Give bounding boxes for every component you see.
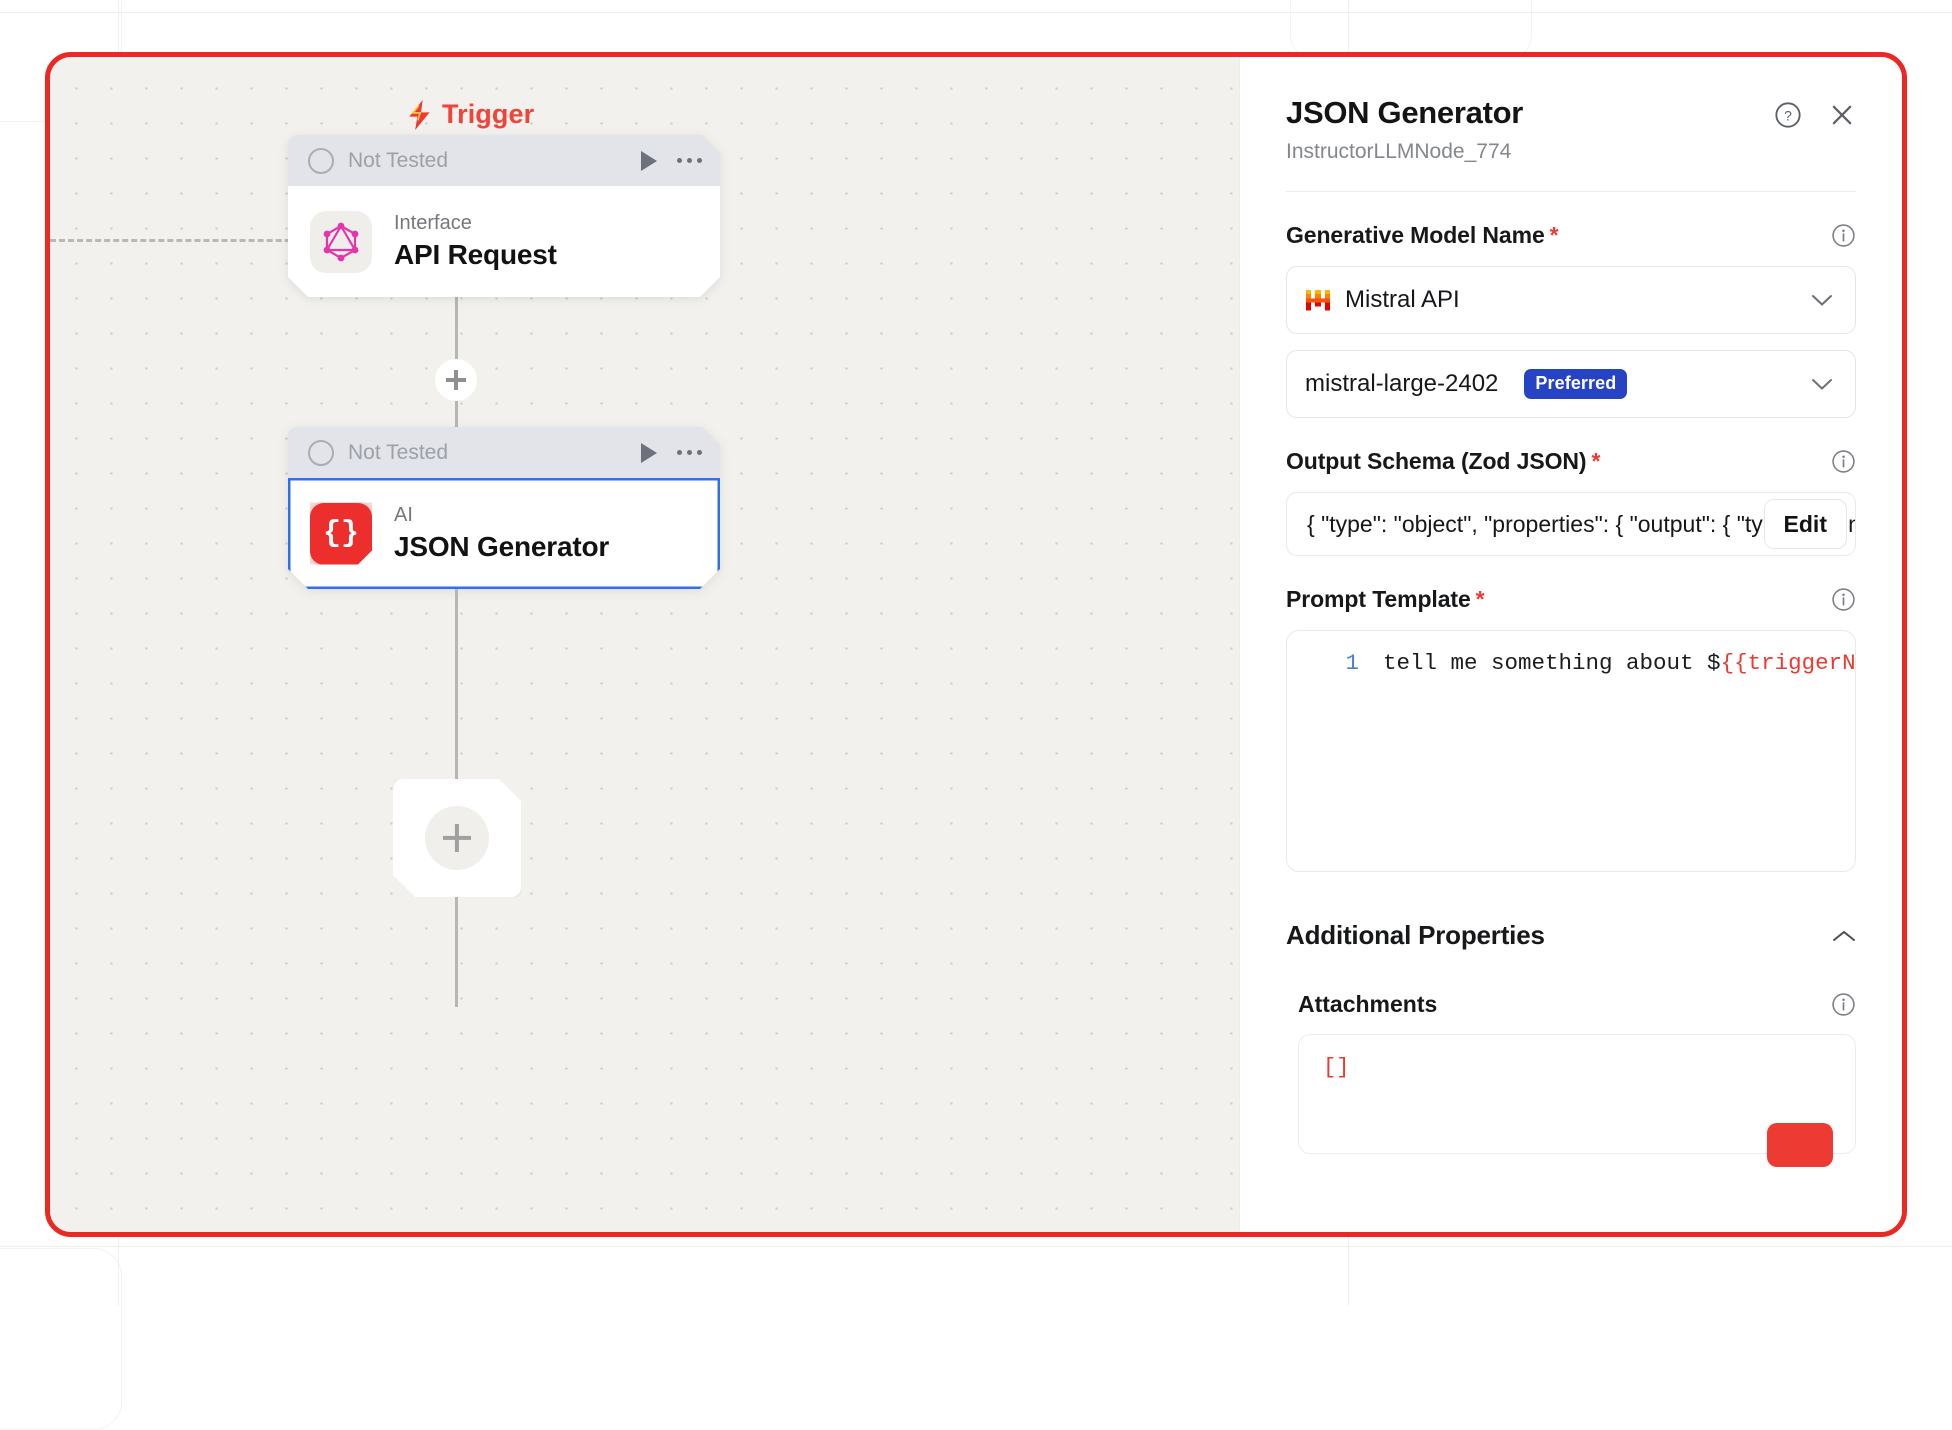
- svg-text:?: ?: [1784, 107, 1792, 123]
- node-status-label: Not Tested: [348, 441, 641, 465]
- provider-select-value: Mistral API: [1345, 286, 1460, 314]
- prompt-code-text: tell me something about $: [1383, 647, 1721, 681]
- attachments-value: []: [1323, 1055, 1349, 1080]
- prompt-template-editor[interactable]: 1 tell me something about ${{triggerNode: [1286, 630, 1856, 872]
- panel-divider: [1286, 191, 1856, 192]
- attachments-label: Attachments: [1298, 991, 1831, 1018]
- backdrop-divider: [0, 12, 1952, 13]
- trigger-label-text: Trigger: [442, 99, 534, 130]
- status-indicator-icon: [308, 148, 334, 174]
- node-title-label: JSON Generator: [394, 531, 609, 563]
- app-window-frame: Trigger Not Tested: [45, 52, 1907, 1237]
- model-select-value: mistral-large-2402: [1305, 370, 1498, 398]
- output-schema-label-text: Output Schema (Zod JSON): [1286, 448, 1586, 474]
- info-icon[interactable]: [1831, 587, 1856, 612]
- add-node-card[interactable]: [393, 779, 521, 897]
- json-braces-icon: {}: [310, 503, 372, 565]
- info-icon[interactable]: [1831, 223, 1856, 248]
- model-name-label: Generative Model Name*: [1286, 222, 1831, 249]
- node-body[interactable]: {} AI JSON Generator: [288, 478, 720, 589]
- edge-add-node-button[interactable]: [435, 359, 477, 401]
- code-line-number: 1: [1287, 647, 1383, 681]
- required-marker: *: [1550, 222, 1559, 248]
- node-status-label: Not Tested: [348, 149, 641, 173]
- additional-properties-title: Additional Properties: [1286, 920, 1832, 951]
- required-marker: *: [1591, 448, 1600, 474]
- node-category-label: AI: [394, 504, 609, 527]
- panel-subtitle: InstructorLLMNode_774: [1286, 140, 1856, 164]
- provider-select[interactable]: Mistral API: [1286, 266, 1856, 334]
- node-header[interactable]: Not Tested: [288, 135, 720, 186]
- model-select[interactable]: mistral-large-2402 Preferred: [1286, 350, 1856, 418]
- preferred-badge: Preferred: [1524, 369, 1627, 399]
- mistral-logo-icon: [1305, 289, 1331, 311]
- status-indicator-icon: [308, 440, 334, 466]
- required-marker: *: [1476, 586, 1485, 612]
- node-title-label: API Request: [394, 239, 557, 271]
- workflow-node-api-request[interactable]: Not Tested: [288, 135, 720, 297]
- prompt-code-variable: {{triggerNode: [1721, 647, 1856, 681]
- chevron-down-icon: [1811, 294, 1833, 307]
- node-body[interactable]: Interface API Request: [288, 186, 720, 297]
- prompt-template-label-text: Prompt Template: [1286, 586, 1471, 612]
- output-schema-field[interactable]: { "type": "object", "properties": { "out…: [1286, 492, 1856, 556]
- run-node-icon[interactable]: [641, 151, 657, 171]
- info-icon[interactable]: [1831, 992, 1856, 1017]
- node-more-options-icon[interactable]: [677, 158, 703, 164]
- model-name-label-text: Generative Model Name: [1286, 222, 1545, 248]
- plus-icon: [425, 806, 489, 870]
- attachments-field[interactable]: []: [1298, 1034, 1856, 1154]
- lightning-bolt-icon: [407, 100, 433, 130]
- output-schema-label: Output Schema (Zod JSON)*: [1286, 448, 1831, 475]
- backdrop-corner: [0, 1248, 122, 1430]
- workflow-node-json-generator[interactable]: Not Tested {} AI JSON Generator: [288, 427, 720, 589]
- backdrop-divider: [0, 1246, 1952, 1247]
- connector-edge: [455, 589, 458, 791]
- node-category-label: Interface: [394, 212, 557, 235]
- connector-edge: [455, 897, 458, 1007]
- attachments-action-button[interactable]: [1767, 1123, 1833, 1167]
- additional-properties-section-header[interactable]: Additional Properties: [1286, 920, 1856, 951]
- help-circle-icon[interactable]: ?: [1774, 101, 1802, 129]
- close-icon[interactable]: [1828, 101, 1856, 129]
- chevron-up-icon[interactable]: [1832, 929, 1856, 943]
- graphql-icon: [310, 211, 372, 273]
- edit-schema-button[interactable]: Edit: [1764, 499, 1847, 549]
- prompt-template-label: Prompt Template*: [1286, 586, 1831, 613]
- node-header[interactable]: Not Tested: [288, 427, 720, 478]
- info-icon[interactable]: [1831, 449, 1856, 474]
- run-node-icon[interactable]: [641, 443, 657, 463]
- chevron-down-icon: [1811, 378, 1833, 391]
- workflow-canvas[interactable]: Trigger Not Tested: [50, 57, 1240, 1232]
- node-more-options-icon[interactable]: [677, 450, 703, 456]
- trigger-label: Trigger: [407, 99, 534, 130]
- node-properties-panel: JSON Generator ? InstructorLLMNode_774 G…: [1240, 57, 1902, 1232]
- panel-title: JSON Generator: [1286, 95, 1774, 131]
